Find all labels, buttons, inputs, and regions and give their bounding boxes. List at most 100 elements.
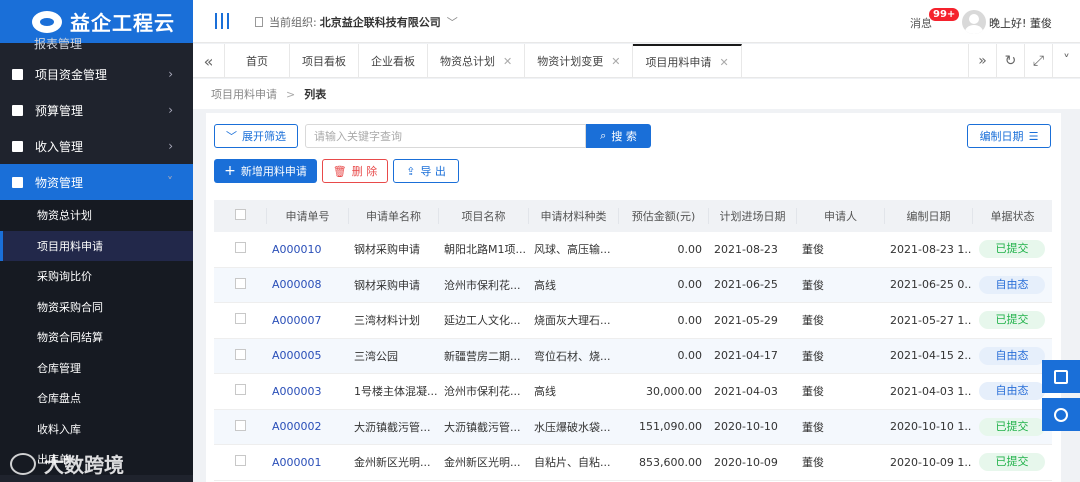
table-row[interactable]: A000001 金州新区光明... 金州新区光明... 自粘片、自粘... 853,60… [214, 445, 1052, 481]
table-cell: A000005 [266, 349, 348, 362]
search-button[interactable]: ⌕ 搜 索 [586, 124, 651, 148]
column-header[interactable]: 申请单号 [266, 208, 348, 224]
user-greeting[interactable]: 晚上好! 董俊 [989, 15, 1052, 31]
sidebar-item-stocktake[interactable]: 仓库盘点 [0, 383, 193, 414]
request-number-link[interactable]: A000003 [272, 385, 322, 398]
request-number-link[interactable]: A000005 [272, 349, 322, 362]
table-cell: 朝阳北路M1项... [444, 243, 526, 257]
export-button[interactable]: ⇪ 导 出 [393, 159, 459, 183]
column-header[interactable]: 编制日期 [884, 208, 972, 224]
row-select-cell [214, 419, 266, 434]
watermark-logo-icon [10, 452, 36, 475]
column-header[interactable]: 申请材料种类 [528, 208, 618, 224]
edit-icon [1054, 369, 1068, 384]
sidebar-group-funds[interactable]: 项目资金管理 › [0, 56, 193, 92]
sidebar-item-warehouse[interactable]: 仓库管理 [0, 352, 193, 383]
table-cell: 烧面灰大理石... [534, 314, 611, 328]
column-header[interactable]: 计划进场日期 [708, 208, 796, 224]
org-selector[interactable]: 当前组织: 北京益企联科技有限公司 ﹀ [255, 14, 458, 30]
tab-master-plan[interactable]: 物资总计划 ✕ [428, 44, 526, 78]
sidebar-item-contract-settlement[interactable]: 物资合同结算 [0, 322, 193, 353]
table-cell: 2021-08-23 1... [890, 242, 972, 256]
table-cell: 151,090.00 [639, 420, 702, 434]
table-row[interactable]: A000007 三湾材料计划 延边工人文化... 烧面灰大理石... 0.00 2021-… [214, 303, 1052, 339]
tab-material-request[interactable]: 项目用料申请 ✕ [633, 44, 742, 78]
breadcrumb-parent[interactable]: 项目用料申请 [211, 86, 277, 102]
table-row[interactable]: A000008 钢材采购申请 沧州市保利花... 高线 0.00 2021-06-25 董俊… [214, 267, 1052, 303]
sidebar-item-master-plan[interactable]: 物资总计划 [0, 200, 193, 231]
tabs-scroll-right-icon[interactable]: » [968, 44, 996, 78]
row-select-cell [214, 348, 266, 363]
table-cell: A000003 [266, 385, 348, 398]
table-cell: 自粘片、自粘... [534, 456, 611, 470]
close-icon[interactable]: ✕ [611, 55, 620, 68]
column-header[interactable]: 单据状态 [972, 208, 1052, 224]
menu-toggle-icon[interactable] [215, 13, 229, 29]
row-checkbox[interactable] [234, 455, 246, 467]
column-header[interactable]: 项目名称 [438, 208, 528, 224]
expand-filter-button[interactable]: ﹀ 展开筛选 [214, 124, 298, 148]
table-cell: 30,000.00 [646, 384, 702, 398]
add-material-request-button[interactable]: + 新增用料申请 [214, 159, 317, 183]
row-checkbox[interactable] [234, 277, 246, 289]
table-row[interactable]: A000010 钢材采购申请 朝阳北路M1项... 风球、高压输... 0.00 2021… [214, 232, 1052, 268]
table-cell: 自由态 [972, 346, 1052, 365]
fullscreen-icon[interactable]: ⤢ [1024, 44, 1052, 78]
edit-feedback-button[interactable] [1042, 360, 1080, 393]
close-icon[interactable]: ✕ [503, 55, 512, 68]
request-number-link[interactable]: A000002 [272, 420, 322, 433]
sort-by-date-button[interactable]: 编制日期 ☰ [967, 124, 1051, 148]
column-header[interactable]: 预估金额(元) [618, 208, 708, 224]
column-header[interactable]: 申请人 [796, 208, 884, 224]
document-icon [12, 140, 23, 152]
sidebar: 益企工程云 报表管理 项目资金管理 › 预算管理 › 收入管理 › 物资管理 ˅ 物资总… [0, 0, 193, 482]
table-cell: 大沥镇截污管... [354, 420, 431, 434]
close-icon[interactable]: ✕ [719, 56, 728, 69]
request-number-link[interactable]: A000008 [272, 278, 322, 291]
table-cell: 董俊 [802, 420, 824, 434]
tab-plan-change[interactable]: 物资计划变更 ✕ [525, 44, 634, 78]
column-header[interactable]: 申请单名称 [348, 208, 438, 224]
table-row[interactable]: A000005 三湾公园 新疆营房二期... 弯位石材、烧... 0.00 2021-04… [214, 338, 1052, 374]
sidebar-item-material-request[interactable]: 项目用料申请 [0, 230, 193, 261]
sidebar-group-materials[interactable]: 物资管理 ˅ [0, 164, 193, 200]
avatar[interactable] [962, 10, 986, 34]
status-badge: 已提交 [979, 417, 1045, 436]
table-cell: 2021-08-23 [714, 242, 778, 256]
tab-enterprise-board[interactable]: 企业看板 [359, 44, 428, 78]
request-number-link[interactable]: A000010 [272, 243, 322, 256]
table-cell: 董俊 [802, 278, 824, 292]
app-logo[interactable]: 益企工程云 [0, 0, 193, 43]
row-checkbox[interactable] [234, 242, 246, 254]
row-checkbox[interactable] [234, 313, 246, 325]
table-cell: 沧州市保利花... [444, 385, 521, 399]
tab-home[interactable]: 首页 [225, 44, 290, 78]
refresh-icon[interactable]: ↻ [996, 44, 1024, 78]
tab-project-board[interactable]: 项目看板 [290, 44, 359, 78]
table-row[interactable]: A000002 大沥镇截污管... 大沥镇截污管... 水压爆破水袋... 151,09… [214, 409, 1052, 445]
sidebar-group-income[interactable]: 收入管理 › [0, 128, 193, 164]
contact-service-button[interactable] [1042, 398, 1080, 431]
table-cell: 大沥镇截污管... [444, 420, 521, 434]
request-number-link[interactable]: A000007 [272, 314, 322, 327]
search-input[interactable]: 请输入关键字查询 [305, 124, 586, 148]
sidebar-item-purchase-contract[interactable]: 物资采购合同 [0, 291, 193, 322]
row-checkbox[interactable] [234, 419, 246, 431]
table-cell: 1号楼主体混凝... [354, 385, 438, 399]
table-cell: 沧州市保利花... [444, 278, 521, 292]
request-number-link[interactable]: A000001 [272, 456, 322, 469]
table-row[interactable]: A000003 1号楼主体混凝... 沧州市保利花... 高线 30,000.00 202… [214, 374, 1052, 410]
select-all-checkbox[interactable] [234, 209, 246, 220]
chevron-down-icon: ﹀ [226, 130, 237, 143]
sidebar-item-receiving[interactable]: 收料入库 [0, 413, 193, 444]
delete-button[interactable]: 🗑 删 除 [322, 159, 388, 183]
chevron-down-icon[interactable]: ˅ [1052, 44, 1080, 78]
row-checkbox[interactable] [234, 348, 246, 360]
row-checkbox[interactable] [234, 384, 246, 396]
table-cell: 三湾材料计划 [354, 314, 420, 328]
table-cell: A000008 [266, 278, 348, 291]
chevron-right-icon: › [168, 67, 173, 81]
tabs-scroll-left-icon[interactable]: « [193, 44, 225, 78]
sidebar-item-price-compare[interactable]: 采购询比价 [0, 261, 193, 292]
sidebar-group-budget[interactable]: 预算管理 › [0, 92, 193, 128]
